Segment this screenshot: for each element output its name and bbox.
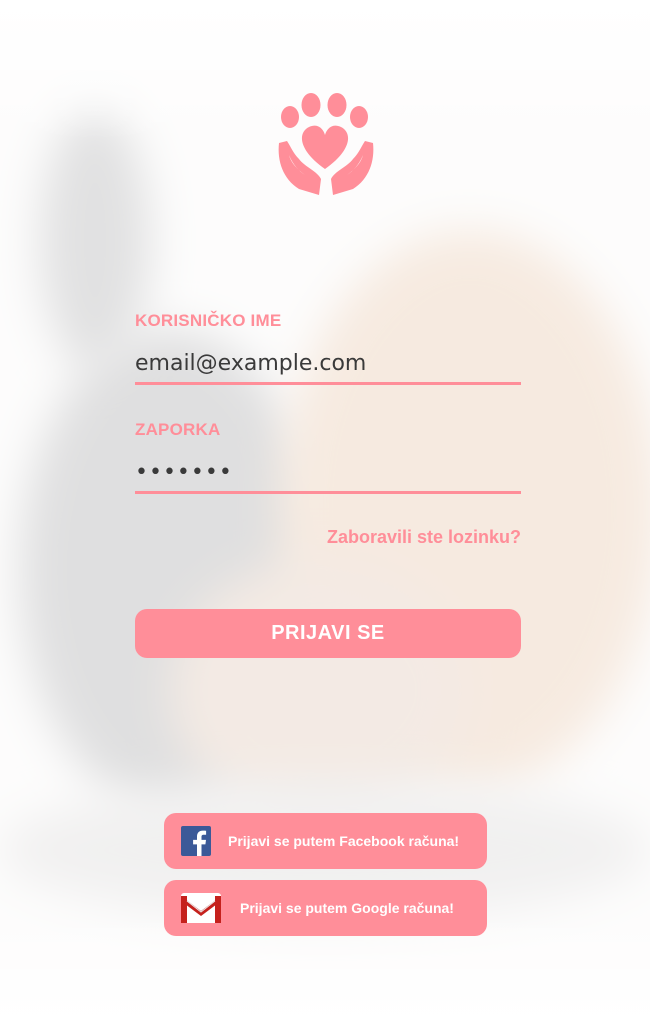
login-button[interactable]: PRIJAVI SE bbox=[135, 609, 521, 658]
password-input[interactable] bbox=[135, 454, 521, 494]
google-login-button[interactable]: Prijavi se putem Google računa! bbox=[164, 880, 487, 936]
gmail-icon bbox=[180, 892, 222, 924]
paw-heart-hands-icon bbox=[275, 93, 377, 197]
google-login-label: Prijavi se putem Google računa! bbox=[240, 900, 454, 916]
facebook-icon bbox=[181, 826, 211, 856]
username-label: KORISNIČKO IME bbox=[135, 311, 282, 330]
facebook-login-label: Prijavi se putem Facebook računa! bbox=[228, 833, 460, 849]
facebook-login-button[interactable]: Prijavi se putem Facebook računa! bbox=[164, 813, 487, 869]
username-input[interactable] bbox=[135, 345, 521, 385]
password-label: ZAPORKA bbox=[135, 420, 221, 439]
forgot-password-link[interactable]: Zaboravili ste lozinku? bbox=[327, 527, 521, 548]
